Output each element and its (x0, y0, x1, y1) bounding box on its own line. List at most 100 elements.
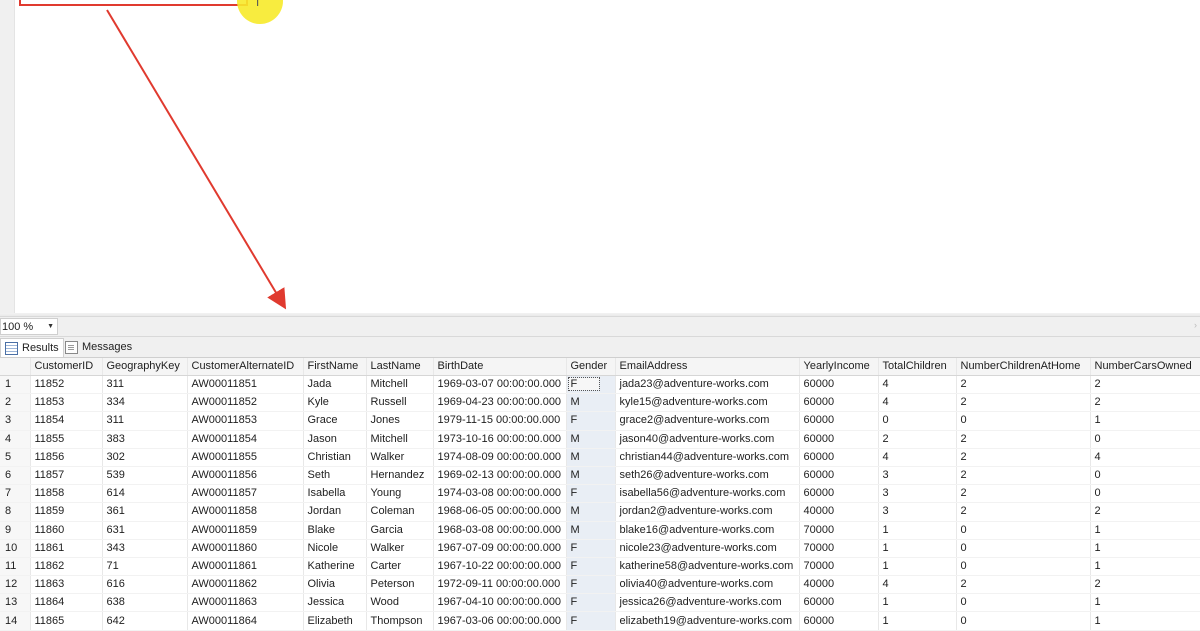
table-cell[interactable]: 1969-02-13 00:00:00.000 (433, 466, 567, 486)
table-cell[interactable]: 4 (878, 375, 957, 395)
table-cell[interactable]: Hernandez (366, 466, 434, 486)
results-grid[interactable]: CustomerID GeographyKey CustomerAlternateI… (0, 357, 1200, 631)
tab-messages[interactable]: Messages (61, 338, 136, 356)
table-cell[interactable]: 1969-04-23 00:00:00.000 (433, 393, 567, 413)
table-cell[interactable]: 4 (878, 393, 957, 413)
table-cell[interactable]: 2 (956, 430, 1091, 449)
table-cell[interactable]: 4 (878, 448, 957, 467)
table-cell[interactable]: AW00011853 (187, 411, 304, 431)
table-cell[interactable]: grace2@adventure-works.com (615, 411, 800, 431)
table-cell[interactable]: 2 (956, 484, 1091, 504)
column-header[interactable]: Gender (566, 358, 616, 376)
table-cell[interactable]: 383 (102, 430, 188, 449)
table-cell[interactable]: 2 (1090, 375, 1200, 395)
table-cell[interactable]: 60000 (799, 430, 879, 449)
table-cell[interactable]: Jason (303, 430, 367, 449)
table-cell[interactable]: 302 (102, 448, 188, 467)
table-cell[interactable]: 638 (102, 593, 188, 613)
table-cell[interactable]: 1968-03-08 00:00:00.000 (433, 521, 567, 540)
table-cell[interactable]: 70000 (799, 539, 879, 558)
table-cell[interactable]: F (566, 593, 616, 613)
table-cell[interactable]: M (566, 502, 616, 522)
table-cell[interactable]: katherine58@adventure-works.com (615, 557, 800, 577)
table-cell[interactable]: 1968-06-05 00:00:00.000 (433, 502, 567, 522)
table-cell[interactable]: M (566, 521, 616, 540)
scroll-right-icon[interactable]: › (1194, 320, 1197, 330)
table-cell[interactable]: 0 (956, 611, 1091, 631)
column-header[interactable]: YearlyIncome (799, 358, 879, 376)
table-cell[interactable]: 614 (102, 484, 188, 504)
table-cell[interactable]: F (566, 484, 616, 504)
table-cell[interactable]: 2 (1090, 575, 1200, 595)
table-cell[interactable]: 1 (878, 539, 957, 558)
table-cell[interactable]: Katherine (303, 557, 367, 577)
table-cell[interactable]: Wood (366, 593, 434, 613)
row-number[interactable]: 3 (0, 411, 31, 431)
table-cell[interactable]: 60000 (799, 411, 879, 431)
table-row[interactable]: 2 11853 334 AW00011852 Kyle Russell 1969-04-23… (0, 393, 1200, 413)
row-number[interactable]: 6 (0, 466, 31, 486)
table-cell[interactable]: 60000 (799, 393, 879, 413)
table-row[interactable]: 11 11862 71 AW00011861 Katherine Carter 1967-1… (0, 557, 1200, 577)
table-cell[interactable]: 0 (956, 539, 1091, 558)
table-cell[interactable]: 334 (102, 393, 188, 413)
row-number[interactable]: 10 (0, 539, 31, 558)
table-cell[interactable]: Grace (303, 411, 367, 431)
column-header[interactable]: NumberChildrenAtHome (956, 358, 1091, 376)
table-cell[interactable]: kyle15@adventure-works.com (615, 393, 800, 413)
table-cell[interactable]: 0 (956, 593, 1091, 613)
table-cell[interactable]: 2 (1090, 502, 1200, 522)
table-cell[interactable]: Christian (303, 448, 367, 467)
table-cell[interactable]: 3 (878, 484, 957, 504)
table-cell[interactable]: 4 (878, 575, 957, 595)
table-cell[interactable]: 0 (956, 411, 1091, 431)
zoom-dropdown[interactable]: 100 % ▼ (0, 318, 58, 335)
table-cell[interactable]: AW00011861 (187, 557, 304, 577)
table-cell[interactable]: 4 (1090, 448, 1200, 467)
table-cell[interactable]: 40000 (799, 502, 879, 522)
table-cell[interactable]: 642 (102, 611, 188, 631)
table-cell[interactable]: 1974-03-08 00:00:00.000 (433, 484, 567, 504)
table-cell[interactable]: Nicole (303, 539, 367, 558)
column-header[interactable]: EmailAddress (615, 358, 800, 376)
row-number[interactable]: 11 (0, 557, 31, 577)
table-cell[interactable]: 60000 (799, 611, 879, 631)
table-cell[interactable]: 631 (102, 521, 188, 540)
table-row[interactable]: 6 11857 539 AW00011856 Seth Hernandez 1969-02-… (0, 466, 1200, 486)
table-cell[interactable]: 60000 (799, 448, 879, 467)
table-cell[interactable]: Garcia (366, 521, 434, 540)
row-number[interactable]: 1 (0, 375, 31, 395)
table-cell[interactable]: AW00011857 (187, 484, 304, 504)
table-cell[interactable]: elizabeth19@adventure-works.com (615, 611, 800, 631)
table-cell[interactable]: Peterson (366, 575, 434, 595)
row-number[interactable]: 5 (0, 448, 31, 467)
row-number[interactable]: 9 (0, 521, 31, 540)
table-cell[interactable]: 1979-11-15 00:00:00.000 (433, 411, 567, 431)
table-cell[interactable]: Young (366, 484, 434, 504)
table-cell[interactable]: 60000 (799, 466, 879, 486)
table-cell[interactable]: jason40@adventure-works.com (615, 430, 800, 449)
table-row[interactable]: 12 11863 616 AW00011862 Olivia Peterson 1972-0… (0, 575, 1200, 595)
table-cell[interactable]: 2 (956, 393, 1091, 413)
table-cell[interactable]: Jessica (303, 593, 367, 613)
table-cell[interactable]: 1 (878, 521, 957, 540)
table-cell[interactable]: 70000 (799, 521, 879, 540)
table-cell[interactable]: F (566, 611, 616, 631)
table-cell[interactable]: F (566, 411, 616, 431)
table-cell[interactable]: 1 (1090, 593, 1200, 613)
table-cell[interactable]: 60000 (799, 375, 879, 395)
table-cell[interactable]: Isabella (303, 484, 367, 504)
table-cell[interactable]: 2 (878, 430, 957, 449)
table-cell[interactable]: Elizabeth (303, 611, 367, 631)
table-cell[interactable]: 2 (1090, 393, 1200, 413)
table-cell[interactable]: F (566, 375, 616, 395)
table-cell[interactable]: 0 (956, 557, 1091, 577)
row-number[interactable]: 8 (0, 502, 31, 522)
table-cell[interactable]: 2 (956, 448, 1091, 467)
table-cell[interactable]: 11863 (30, 575, 103, 595)
table-cell[interactable]: 361 (102, 502, 188, 522)
table-cell[interactable]: 616 (102, 575, 188, 595)
table-cell[interactable]: 60000 (799, 593, 879, 613)
table-cell[interactable]: 311 (102, 375, 188, 395)
table-cell[interactable]: Olivia (303, 575, 367, 595)
